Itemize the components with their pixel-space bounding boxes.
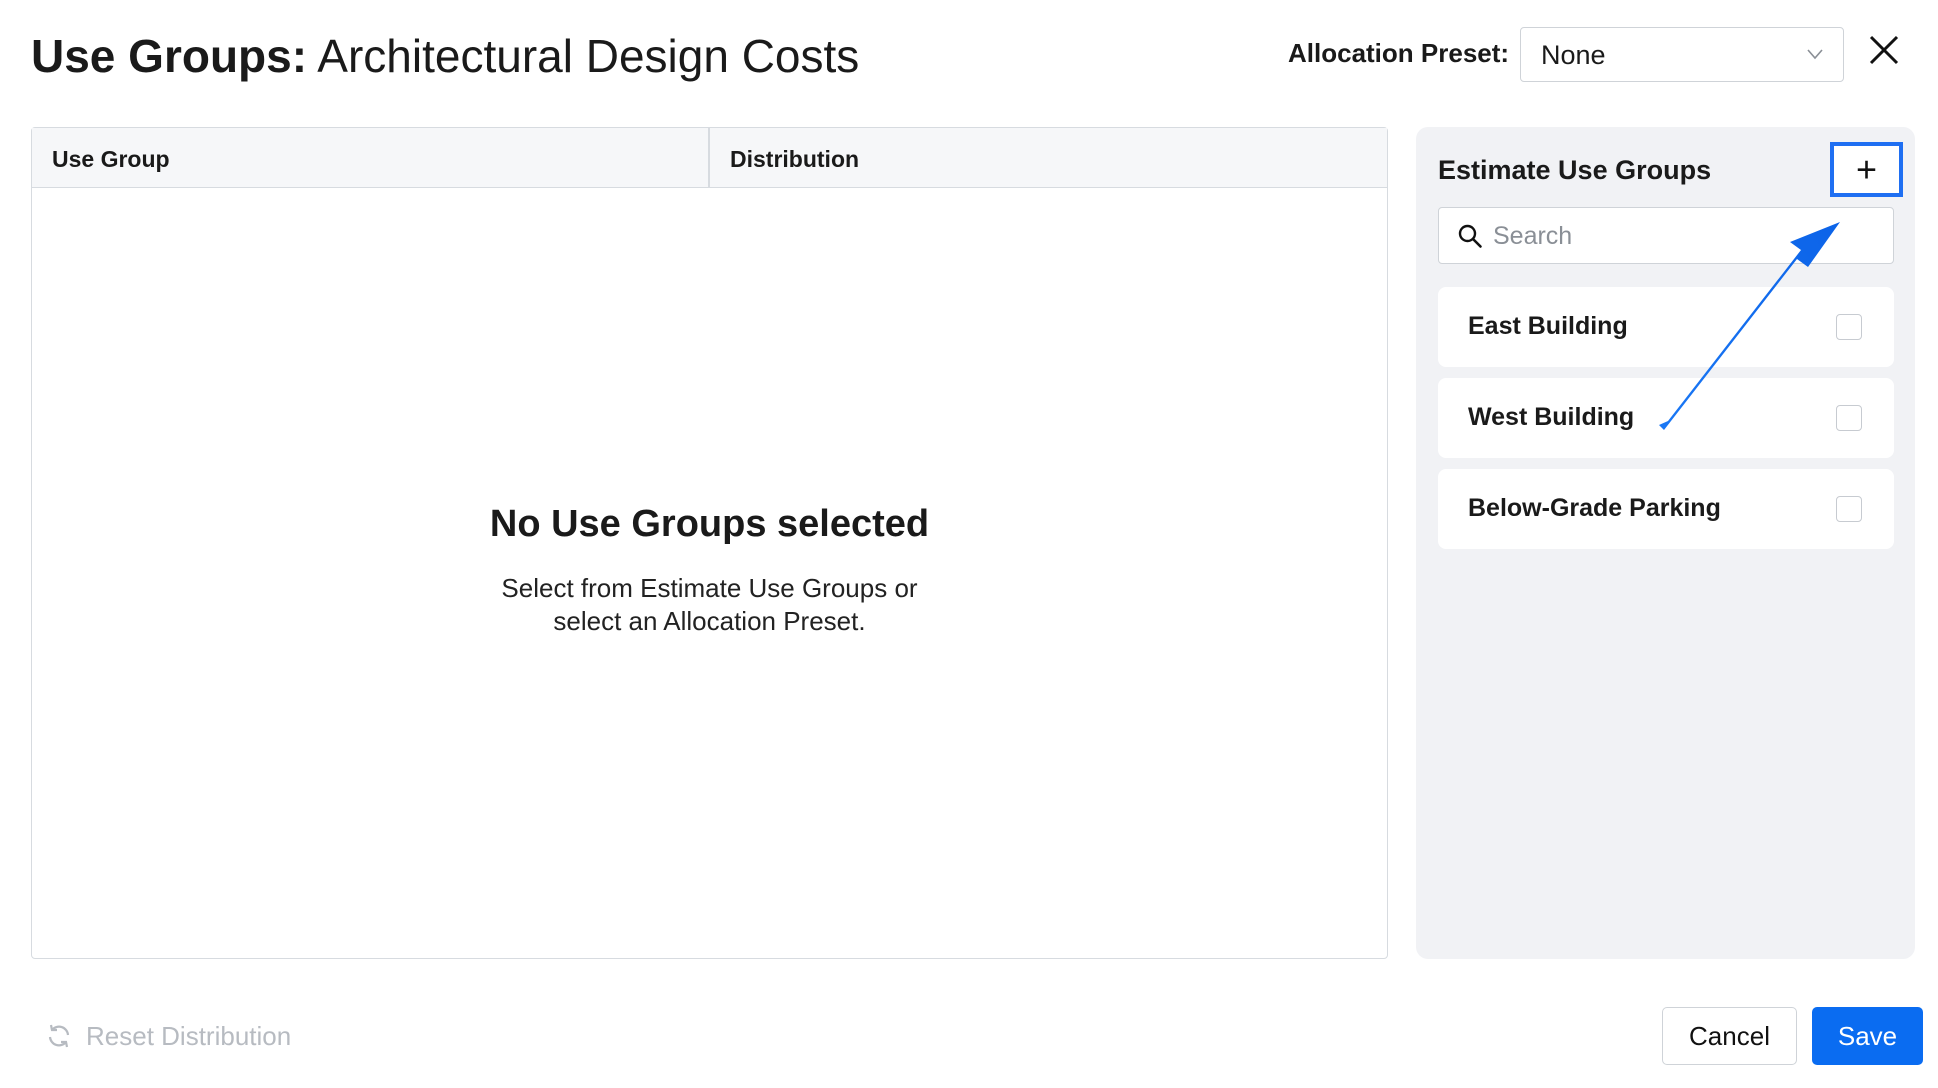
plus-icon: + xyxy=(1855,147,1878,189)
allocation-preset-select[interactable]: None xyxy=(1520,27,1844,82)
add-use-group-button[interactable]: + xyxy=(1830,142,1903,197)
allocation-preset-label: Allocation Preset: xyxy=(1288,38,1510,68)
search-field[interactable] xyxy=(1438,207,1894,264)
column-header-use-group: Use Group xyxy=(52,146,170,172)
cancel-button[interactable]: Cancel xyxy=(1662,1007,1797,1065)
table-header: Use Group Distribution xyxy=(32,128,1387,188)
list-item-label: East Building xyxy=(1468,312,1628,340)
chevron-down-icon xyxy=(1807,49,1823,60)
title-cost-name: Architectural Design Costs xyxy=(317,30,860,82)
list-item-label: Below-Grade Parking xyxy=(1468,494,1721,522)
empty-state-description: Select from Estimate Use Groups or selec… xyxy=(32,572,1387,638)
save-button[interactable]: Save xyxy=(1812,1007,1923,1065)
list-item-label: West Building xyxy=(1468,403,1635,431)
search-icon xyxy=(1458,224,1482,248)
use-group-table: Use Group Distribution No Use Groups sel… xyxy=(31,127,1388,959)
list-item-west-building[interactable]: West Building xyxy=(1438,378,1894,458)
empty-state-title: No Use Groups selected xyxy=(489,503,930,545)
column-divider xyxy=(708,128,710,188)
close-icon[interactable] xyxy=(1866,32,1902,68)
column-header-distribution: Distribution xyxy=(730,146,860,172)
panel-title: Estimate Use Groups xyxy=(1438,155,1712,185)
list-item-east-building[interactable]: East Building xyxy=(1438,287,1894,367)
empty-state-line-1: Select from Estimate Use Groups or xyxy=(501,573,918,603)
page-title: Use Groups: Architectural Design Costs xyxy=(31,28,859,84)
checkbox[interactable] xyxy=(1836,405,1862,431)
checkbox[interactable] xyxy=(1836,496,1862,522)
refresh-icon xyxy=(48,1024,70,1048)
list-item-below-grade-parking[interactable]: Below-Grade Parking xyxy=(1438,469,1894,549)
estimate-use-groups-panel: Estimate Use Groups + East Building West… xyxy=(1416,127,1915,959)
search-input[interactable] xyxy=(1491,218,1875,254)
title-prefix: Use Groups: xyxy=(31,30,308,82)
empty-state-line-2: select an Allocation Preset. xyxy=(553,606,866,636)
reset-distribution-label: Reset Distribution xyxy=(86,1021,292,1051)
checkbox[interactable] xyxy=(1836,314,1862,340)
allocation-preset-value: None xyxy=(1541,40,1606,70)
